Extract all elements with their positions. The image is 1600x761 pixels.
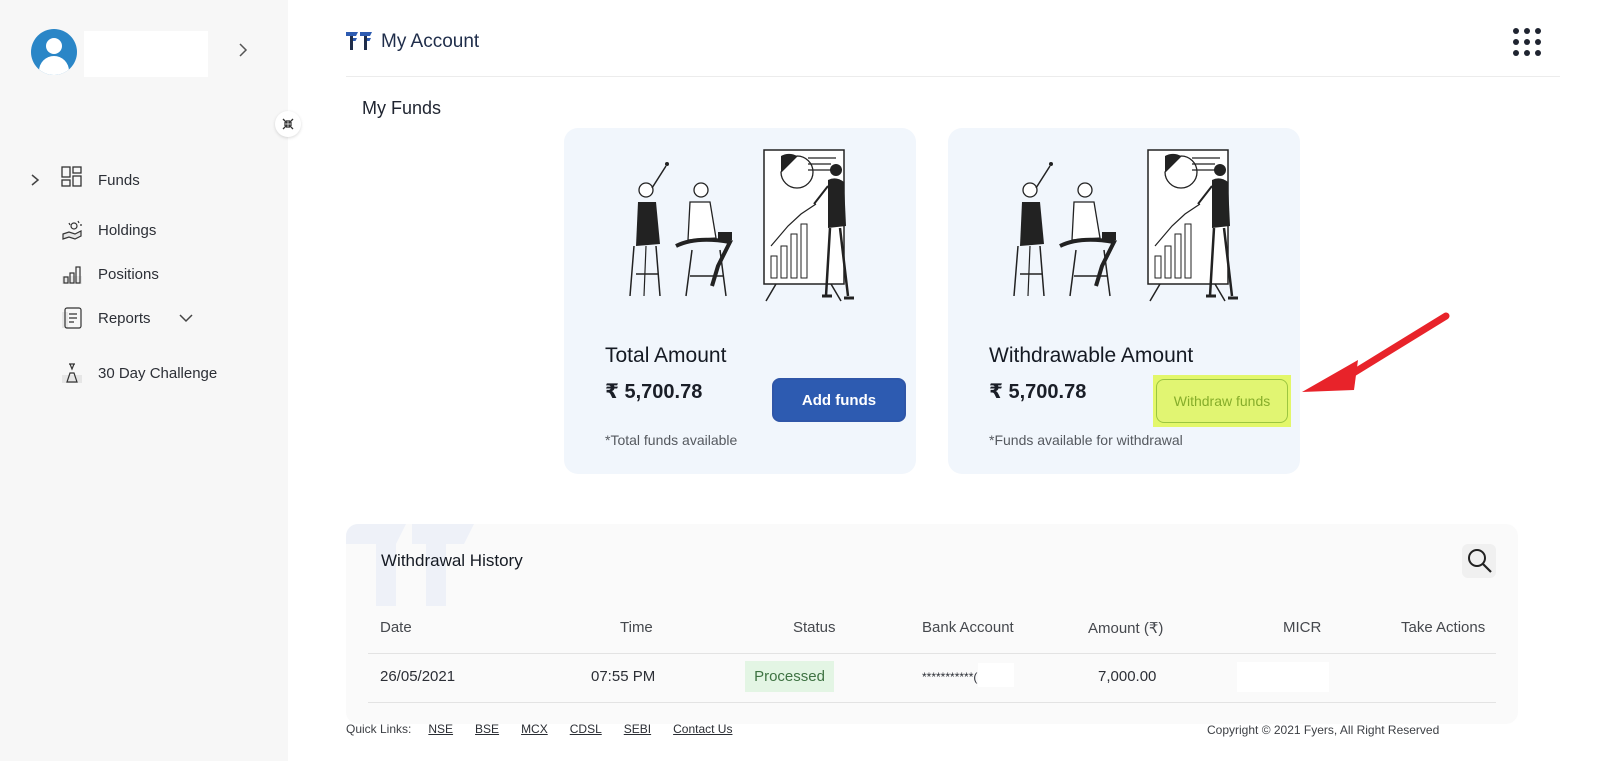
presentation-illustration-icon	[1013, 149, 1238, 302]
sidebar-item-label: 30 Day Challenge	[98, 364, 218, 382]
avatar[interactable]	[31, 29, 77, 75]
column-header-time: Time	[620, 619, 653, 636]
chevron-right-icon[interactable]	[28, 172, 42, 188]
footer-quick-links: Quick Links: NSE BSE MCX CDSL SEBI Conta…	[346, 722, 732, 736]
funds-icon	[61, 166, 82, 187]
holdings-icon	[62, 220, 82, 240]
sidebar: Funds Holdings Positions Reports 30 Day …	[0, 0, 301, 761]
total-amount-card: Total Amount ₹ 5,700.78 *Total funds ava…	[564, 128, 916, 474]
withdrawable-amount-note: *Funds available for withdrawal	[989, 432, 1183, 448]
total-amount-value: ₹ 5,700.78	[605, 381, 703, 403]
challenge-icon	[62, 363, 82, 383]
withdrawable-amount-value: ₹ 5,700.78	[989, 381, 1087, 403]
micr-redacted	[1237, 662, 1329, 692]
presentation-illustration-icon	[629, 149, 854, 302]
footer-link-contact-us[interactable]: Contact Us	[673, 722, 732, 736]
username-redacted	[84, 31, 208, 77]
apps-grid-icon[interactable]	[1513, 28, 1541, 56]
bank-account-redacted	[978, 663, 1014, 687]
page-title: My Account	[381, 31, 480, 52]
cell-bank-account: ***********(	[922, 670, 978, 684]
withdraw-button-highlight: Withdraw funds	[1153, 375, 1291, 427]
annotation-arrow-icon	[1302, 312, 1450, 392]
table-divider	[368, 653, 1496, 654]
collapse-icon	[282, 118, 294, 130]
cell-amount: 7,000.00	[1098, 668, 1157, 685]
reports-icon	[62, 307, 82, 329]
sidebar-item-label: Holdings	[98, 221, 157, 239]
total-amount-note: *Total funds available	[605, 432, 738, 448]
total-amount-label: Total Amount	[605, 344, 727, 367]
column-header-amount: Amount (₹)	[1088, 620, 1164, 637]
withdrawable-amount-card: Withdrawable Amount ₹ 5,700.78 *Funds av…	[948, 128, 1300, 474]
add-funds-button[interactable]: Add funds	[772, 378, 906, 422]
sidebar-item-label: Funds	[98, 171, 140, 189]
table-divider	[368, 702, 1496, 703]
history-title: Withdrawal History	[381, 551, 523, 570]
footer-link-mcx[interactable]: MCX	[521, 722, 548, 736]
footer-link-nse[interactable]: NSE	[428, 722, 453, 736]
sidebar-item-positions[interactable]: Positions	[0, 259, 288, 289]
sidebar-item-holdings[interactable]: Holdings	[0, 215, 288, 245]
status-badge: Processed	[745, 661, 834, 692]
column-header-bank-account: Bank Account	[922, 619, 1014, 636]
chevron-down-icon[interactable]	[178, 311, 194, 325]
fyers-logo-icon[interactable]	[346, 30, 372, 52]
copyright: Copyright © 2021 Fyers, All Right Reserv…	[1207, 723, 1440, 737]
withdrawal-history-panel: Withdrawal History Date Time Status Bank…	[346, 524, 1518, 724]
collapse-sidebar-button[interactable]	[275, 111, 301, 137]
section-title: My Funds	[362, 98, 442, 118]
column-header-take-actions: Take Actions	[1401, 619, 1486, 636]
footer-link-sebi[interactable]: SEBI	[624, 722, 651, 736]
search-button[interactable]	[1462, 544, 1496, 578]
sidebar-item-label: Reports	[98, 309, 151, 327]
chevron-right-icon[interactable]	[235, 40, 251, 60]
cell-time: 07:55 PM	[591, 668, 656, 685]
column-header-date: Date	[380, 619, 412, 636]
quick-links-label: Quick Links:	[346, 722, 412, 736]
cell-date: 26/05/2021	[380, 668, 456, 685]
sidebar-item-30-day-challenge[interactable]: 30 Day Challenge	[0, 358, 288, 388]
avatar-body	[39, 56, 69, 75]
footer-link-cdsl[interactable]: CDSL	[570, 722, 602, 736]
avatar-head	[46, 38, 62, 54]
sidebar-item-label: Positions	[98, 265, 159, 283]
sidebar-item-reports[interactable]: Reports	[0, 303, 288, 333]
withdraw-funds-button[interactable]: Withdraw funds	[1156, 379, 1288, 423]
column-header-micr: MICR	[1283, 619, 1322, 636]
withdrawable-amount-label: Withdrawable Amount	[989, 344, 1194, 367]
column-header-status: Status	[793, 619, 836, 636]
search-icon	[1468, 549, 1492, 573]
sidebar-item-funds[interactable]: Funds	[0, 165, 288, 195]
footer-link-bse[interactable]: BSE	[475, 722, 499, 736]
header-divider	[346, 76, 1560, 77]
positions-icon	[62, 266, 82, 284]
